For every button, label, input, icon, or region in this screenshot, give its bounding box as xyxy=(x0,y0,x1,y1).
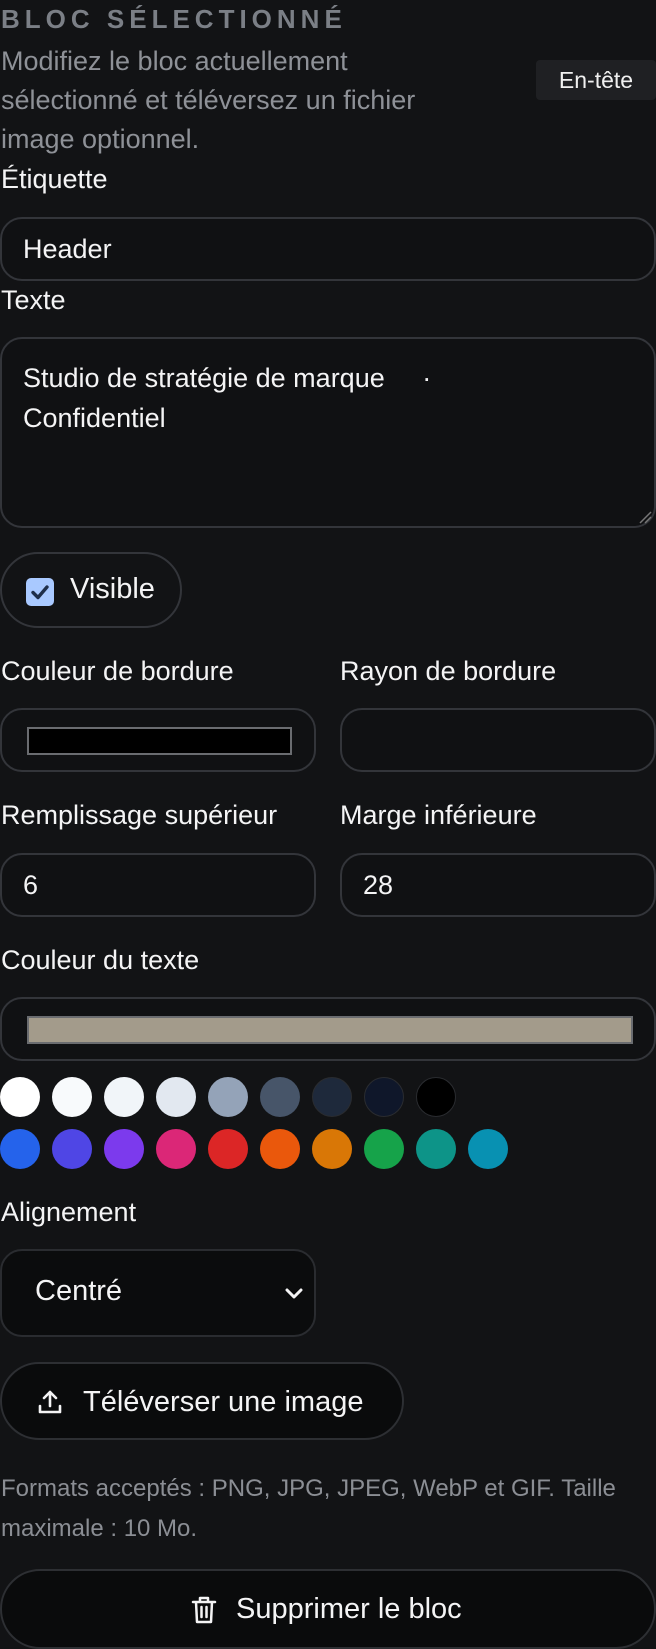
alignment-title: Alignement xyxy=(1,1197,137,1227)
text-field-title: Texte xyxy=(1,285,66,315)
text-color-picker[interactable] xyxy=(0,997,656,1061)
border-color-swatch xyxy=(27,727,292,755)
upload-icon xyxy=(38,1390,62,1414)
checkmark-icon xyxy=(31,585,49,600)
color-swatch[interactable] xyxy=(156,1129,196,1169)
color-swatch[interactable] xyxy=(260,1129,300,1169)
text-color-swatch xyxy=(27,1016,633,1044)
border-radius-title: Rayon de bordure xyxy=(340,656,557,686)
trash-icon xyxy=(191,1596,217,1624)
alignment-selected-value: Centré xyxy=(35,1275,123,1307)
upload-image-button[interactable]: Téléverser une image xyxy=(0,1362,404,1440)
color-swatch[interactable] xyxy=(312,1129,352,1169)
visible-checkbox[interactable] xyxy=(26,578,54,606)
color-swatch[interactable] xyxy=(208,1077,248,1117)
color-swatch[interactable] xyxy=(416,1129,456,1169)
color-swatch[interactable] xyxy=(0,1129,40,1169)
color-swatch[interactable] xyxy=(468,1129,508,1169)
padding-top-input[interactable] xyxy=(0,853,316,917)
color-swatch[interactable] xyxy=(260,1077,300,1117)
label-input[interactable] xyxy=(0,217,656,281)
resize-handle-icon[interactable] xyxy=(638,510,652,524)
text-color-title: Couleur du texte xyxy=(1,945,200,975)
section-title: BLOC SÉLECTIONNÉ xyxy=(1,4,347,34)
delete-block-label: Supprimer le bloc xyxy=(236,1593,462,1625)
border-color-title: Couleur de bordure xyxy=(1,656,234,686)
block-type-badge: En-tête xyxy=(536,60,656,100)
visible-toggle[interactable]: Visible xyxy=(0,552,182,628)
color-swatch[interactable] xyxy=(364,1077,404,1117)
border-radius-input[interactable] xyxy=(340,708,656,772)
upload-hint: Formats acceptés : PNG, JPG, JPEG, WebP … xyxy=(1,1475,616,1542)
color-swatch[interactable] xyxy=(0,1077,40,1117)
delete-block-button[interactable]: Supprimer le bloc xyxy=(0,1569,656,1649)
color-swatch[interactable] xyxy=(364,1129,404,1169)
text-textarea[interactable] xyxy=(0,337,656,528)
color-swatch[interactable] xyxy=(52,1077,92,1117)
color-swatch[interactable] xyxy=(52,1129,92,1169)
color-swatch[interactable] xyxy=(312,1077,352,1117)
color-swatch[interactable] xyxy=(156,1077,196,1117)
chevron-down-icon xyxy=(285,1288,303,1299)
color-swatch[interactable] xyxy=(104,1129,144,1169)
margin-bottom-input[interactable] xyxy=(340,853,656,917)
section-description: Modifiez le bloc actuellement sélectionn… xyxy=(1,46,416,154)
padding-top-title: Remplissage supérieur xyxy=(1,800,278,830)
visible-label: Visible xyxy=(70,573,155,605)
label-field-title: Étiquette xyxy=(1,164,108,194)
border-color-picker[interactable] xyxy=(0,708,316,772)
upload-image-label: Téléverser une image xyxy=(83,1386,364,1418)
margin-bottom-title: Marge inférieure xyxy=(340,800,537,830)
color-swatch[interactable] xyxy=(416,1077,456,1117)
alignment-select[interactable]: Centré xyxy=(0,1249,316,1337)
color-swatch[interactable] xyxy=(104,1077,144,1117)
color-swatch[interactable] xyxy=(208,1129,248,1169)
